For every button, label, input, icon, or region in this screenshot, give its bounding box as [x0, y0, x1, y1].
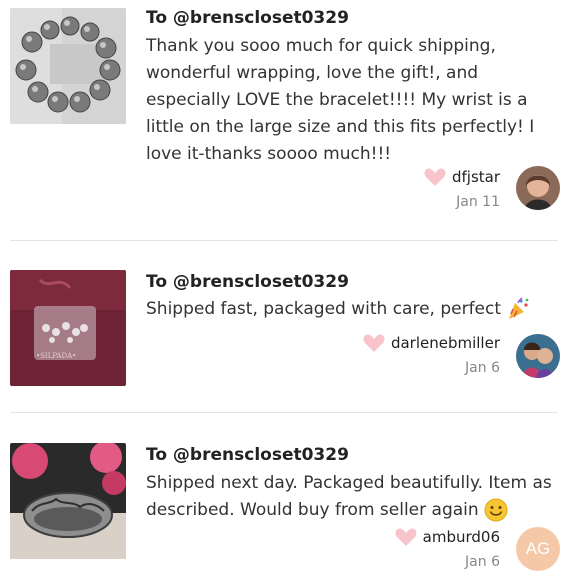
- party-popper-icon: [509, 297, 529, 319]
- note-meta: darlenebmiller Jan 6: [363, 334, 500, 376]
- note-meta: amburd06 Jan 6: [395, 528, 500, 570]
- bracelet-image: [10, 8, 126, 124]
- heart-icon: [424, 168, 446, 186]
- user-avatar[interactable]: [516, 334, 560, 378]
- note-date: Jan 11: [456, 194, 500, 210]
- user-avatar-initials[interactable]: AG: [516, 527, 560, 571]
- recipient-line: To @brenscloset0329: [146, 272, 349, 292]
- listing-thumbnail[interactable]: [10, 8, 126, 124]
- note-meta: dfjstar Jan 11: [424, 168, 500, 210]
- smiling-face-icon: [484, 498, 508, 522]
- recipient-line: To @brenscloset0329: [146, 8, 349, 28]
- avatar-photo: [516, 334, 560, 378]
- note-message-text: Shipped fast, packaged with care, perfec…: [146, 299, 502, 319]
- listing-thumbnail[interactable]: [10, 443, 126, 559]
- note-date: Jan 6: [465, 554, 500, 570]
- ring-image: [10, 443, 126, 559]
- divider: [10, 412, 558, 413]
- pouch-image: •SILPADA•: [10, 270, 126, 386]
- note-message: Shipped fast, packaged with care, perfec…: [146, 296, 566, 323]
- recipient-line: To @brenscloset0329: [146, 445, 349, 465]
- user-avatar[interactable]: [516, 166, 560, 210]
- username[interactable]: amburd06: [423, 528, 500, 546]
- username[interactable]: darlenebmiller: [391, 334, 500, 352]
- pouch-label: •SILPADA•: [36, 352, 76, 360]
- username[interactable]: dfjstar: [452, 168, 500, 186]
- avatar-photo: [516, 166, 560, 210]
- note-message: Shipped next day. Packaged beautifully. …: [146, 470, 566, 524]
- note-date: Jan 6: [465, 360, 500, 376]
- heart-icon: [363, 334, 385, 352]
- note-message: Thank you sooo much for quick shipping, …: [146, 36, 535, 164]
- divider: [10, 240, 558, 241]
- heart-icon: [395, 528, 417, 546]
- listing-thumbnail[interactable]: •SILPADA•: [10, 270, 126, 386]
